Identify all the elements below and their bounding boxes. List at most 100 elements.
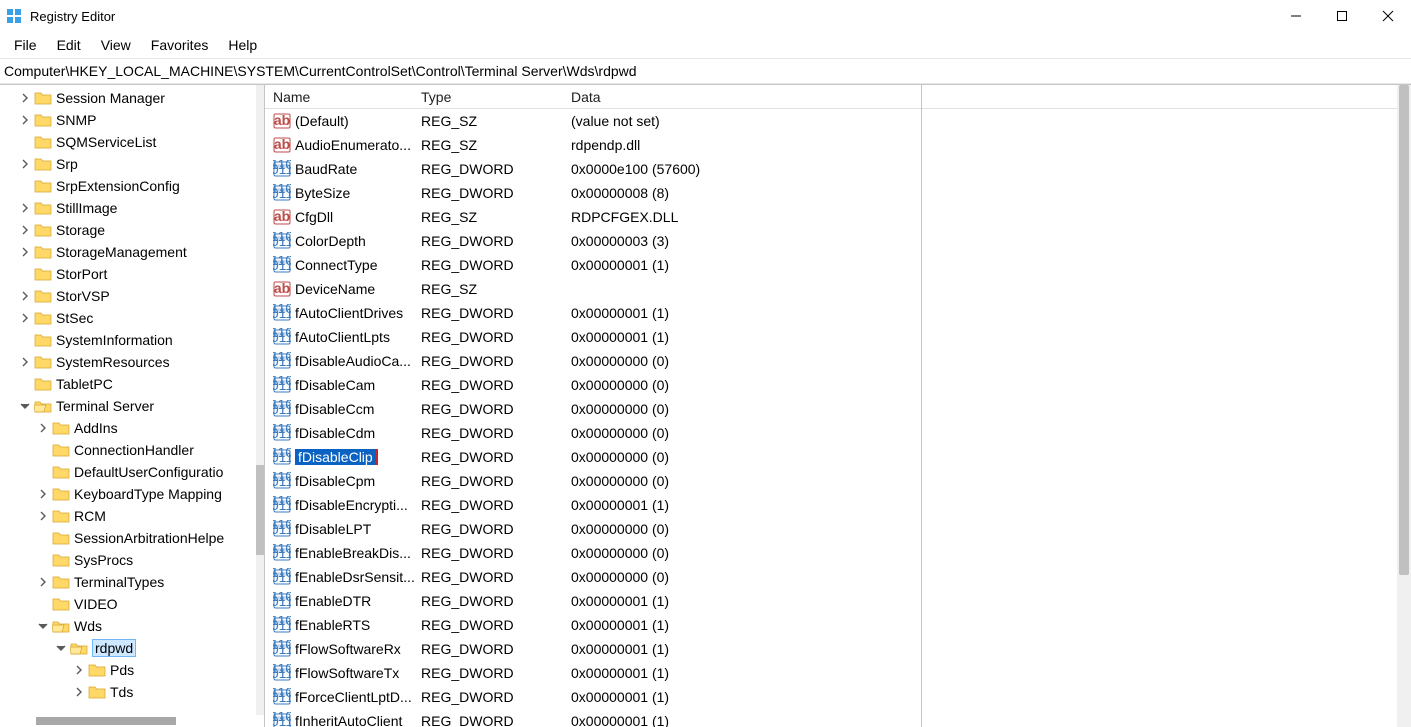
tree-node[interactable]: rdpwd (0, 637, 256, 659)
tree-node[interactable]: DefaultUserConfiguratio (0, 461, 256, 483)
address-bar[interactable]: Computer\HKEY_LOCAL_MACHINE\SYSTEM\Curre… (0, 58, 1411, 84)
tree-node[interactable]: SNMP (0, 109, 256, 131)
tree-spacer (36, 443, 50, 457)
col-type-header[interactable]: Type (421, 89, 571, 105)
chevron-right-icon[interactable] (36, 509, 50, 523)
tree-node[interactable]: Session Manager (0, 87, 256, 109)
tree[interactable]: Session ManagerSNMPSQMServiceList Srp SrpE… (0, 85, 256, 703)
value-name: fAutoClientDrives (295, 305, 421, 321)
menu-view[interactable]: View (91, 33, 141, 57)
minimize-button[interactable] (1273, 0, 1319, 32)
svg-text:ab: ab (274, 280, 290, 296)
folder-icon (34, 245, 52, 259)
tree-node[interactable]: VIDEO (0, 593, 256, 615)
chevron-right-icon[interactable] (36, 487, 50, 501)
chevron-right-icon[interactable] (18, 223, 32, 237)
dword-value-icon: 110011 (273, 232, 291, 250)
chevron-right-icon[interactable] (18, 245, 32, 259)
dword-value-icon: 110011 (273, 448, 291, 466)
folder-icon (52, 443, 70, 457)
chevron-down-icon[interactable] (36, 619, 50, 633)
tree-node[interactable]: AddIns (0, 417, 256, 439)
tree-node[interactable]: StorageManagement (0, 241, 256, 263)
tree-label: rdpwd (92, 639, 136, 657)
chevron-right-icon[interactable] (18, 201, 32, 215)
value-name: fEnableBreakDis... (295, 545, 421, 561)
tree-label: Storage (56, 222, 105, 238)
tree-node[interactable]: StSec (0, 307, 256, 329)
tree-horizontal-scrollbar[interactable] (36, 717, 176, 725)
menu-edit[interactable]: Edit (47, 33, 91, 57)
value-name: fDisableAudioCa... (295, 353, 421, 369)
scrollbar-thumb[interactable] (256, 465, 264, 555)
menu-help[interactable]: Help (218, 33, 267, 57)
dword-value-icon: 110011 (273, 328, 291, 346)
chevron-right-icon[interactable] (18, 355, 32, 369)
tree-node[interactable]: TabletPC (0, 373, 256, 395)
tree-label: Tds (110, 684, 133, 700)
tree-node[interactable]: SystemResources (0, 351, 256, 373)
menubar: FileEditViewFavoritesHelp (0, 32, 1411, 58)
chevron-right-icon[interactable] (36, 575, 50, 589)
scrollbar-thumb[interactable] (1399, 85, 1409, 575)
chevron-right-icon[interactable] (18, 289, 32, 303)
tree-node[interactable]: Srp (0, 153, 256, 175)
folder-icon (34, 201, 52, 215)
dword-value-icon: 110011 (273, 640, 291, 658)
chevron-down-icon[interactable] (18, 399, 32, 413)
tree-node[interactable]: SessionArbitrationHelpe (0, 527, 256, 549)
chevron-right-icon[interactable] (18, 311, 32, 325)
list-vertical-scrollbar[interactable] (1397, 85, 1411, 727)
folder-icon (52, 487, 70, 501)
tree-node[interactable]: StorVSP (0, 285, 256, 307)
value-name: fEnableDsrSensit... (295, 569, 421, 585)
folder-icon (34, 311, 52, 325)
tree-node[interactable]: TerminalTypes (0, 571, 256, 593)
folder-icon (34, 377, 52, 391)
chevron-right-icon[interactable] (72, 663, 86, 677)
tree-label: SessionArbitrationHelpe (74, 530, 224, 546)
menu-file[interactable]: File (4, 33, 47, 57)
tree-node[interactable]: ConnectionHandler (0, 439, 256, 461)
tree-spacer (18, 179, 32, 193)
folder-icon (34, 113, 52, 127)
col-name-header[interactable]: Name (273, 89, 421, 105)
tree-node[interactable]: SrpExtensionConfig (0, 175, 256, 197)
tree-node[interactable]: SystemInformation (0, 329, 256, 351)
tree-node[interactable]: Terminal Server (0, 395, 256, 417)
svg-text:011: 011 (273, 545, 291, 561)
titlebar: Registry Editor (0, 0, 1411, 32)
tree-spacer (36, 597, 50, 611)
svg-text:011: 011 (273, 329, 291, 345)
tree-node[interactable]: StorPort (0, 263, 256, 285)
value-type: REG_DWORD (421, 689, 571, 705)
tree-node[interactable]: SQMServiceList (0, 131, 256, 153)
tree-node[interactable]: SysProcs (0, 549, 256, 571)
string-value-icon: ab (273, 280, 291, 298)
chevron-right-icon[interactable] (18, 91, 32, 105)
chevron-down-icon[interactable] (54, 641, 68, 655)
menu-favorites[interactable]: Favorites (141, 33, 219, 57)
maximize-button[interactable] (1319, 0, 1365, 32)
chevron-right-icon[interactable] (36, 421, 50, 435)
folder-icon (52, 619, 70, 633)
chevron-right-icon[interactable] (18, 113, 32, 127)
tree-node[interactable]: StillImage (0, 197, 256, 219)
tree-node[interactable]: Wds (0, 615, 256, 637)
tree-node[interactable]: Tds (0, 681, 256, 703)
tree-spacer (36, 553, 50, 567)
chevron-right-icon[interactable] (72, 685, 86, 699)
chevron-right-icon[interactable] (18, 157, 32, 171)
tree-label: SystemInformation (56, 332, 173, 348)
tree-vertical-scrollbar[interactable] (256, 85, 264, 715)
tree-node[interactable]: RCM (0, 505, 256, 527)
tree-label: Srp (56, 156, 78, 172)
tree-label: AddIns (74, 420, 118, 436)
tree-label: TabletPC (56, 376, 113, 392)
tree-node[interactable]: KeyboardType Mapping (0, 483, 256, 505)
svg-text:011: 011 (273, 569, 291, 585)
string-value-icon: ab (273, 112, 291, 130)
close-button[interactable] (1365, 0, 1411, 32)
tree-node[interactable]: Pds (0, 659, 256, 681)
tree-node[interactable]: Storage (0, 219, 256, 241)
